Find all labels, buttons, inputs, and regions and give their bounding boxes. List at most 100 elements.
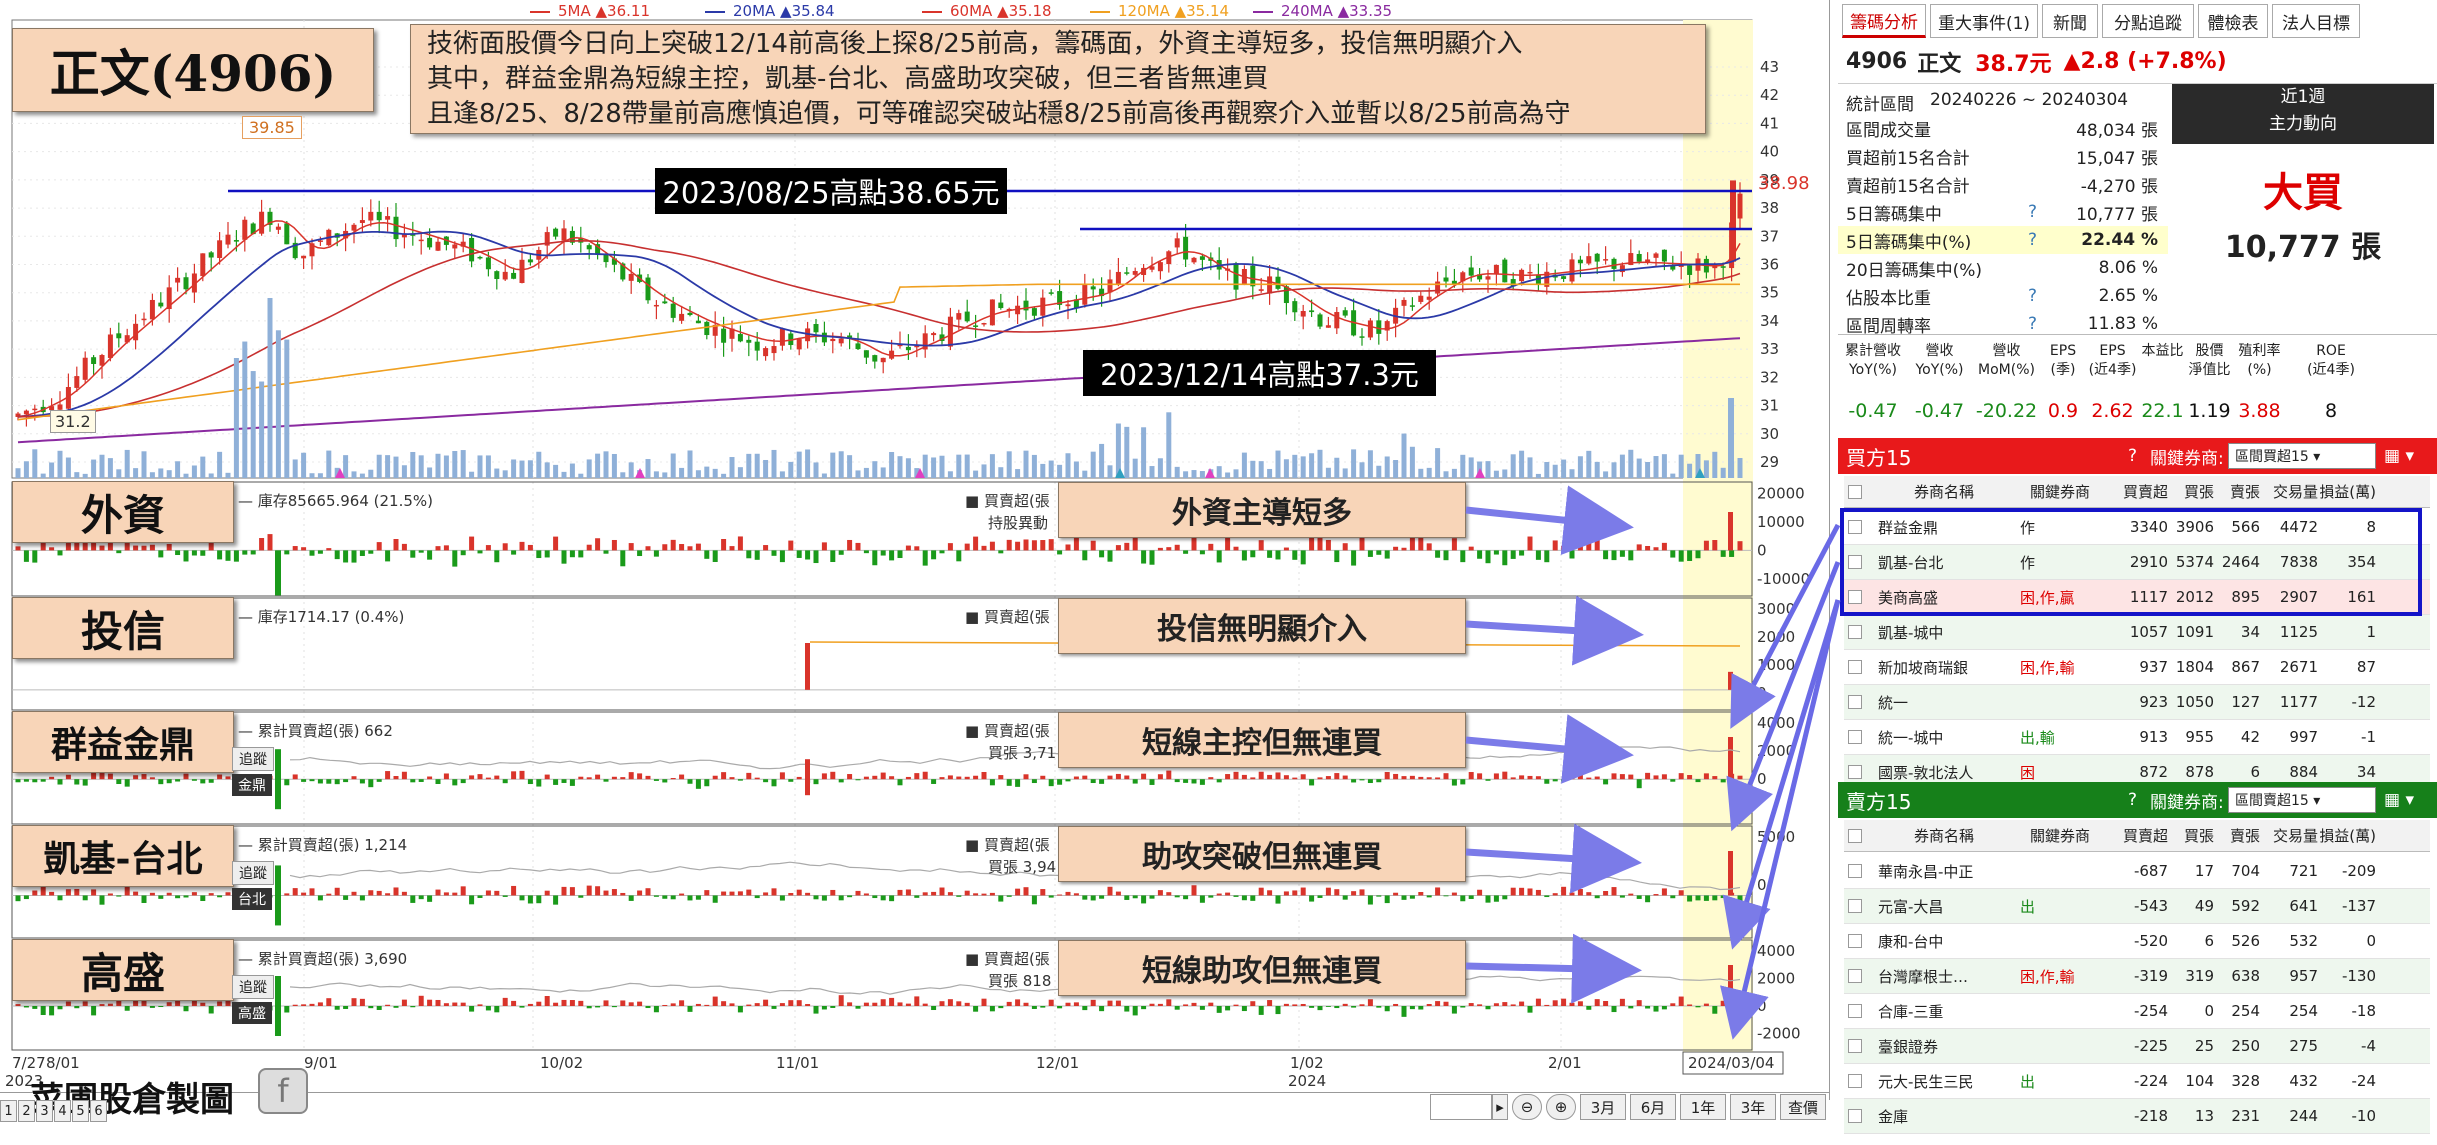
broker-name[interactable]: 台灣摩根士… xyxy=(1878,959,2018,993)
table-row[interactable]: 台灣摩根士… 困,作,輸 -319 319 638 957 -130 xyxy=(1844,959,2430,994)
column-header[interactable]: 關鍵券商 xyxy=(2020,476,2100,507)
column-header[interactable]: 交易量 xyxy=(2262,476,2318,507)
page-1[interactable]: 1 xyxy=(0,1100,17,1122)
panel-bar xyxy=(1258,540,1264,551)
broker-name[interactable]: 凱基-城中 xyxy=(1878,615,2018,649)
chart-area[interactable]: 43 42 41 40 39 38 37 36 35 34 33 32 31 30 29 20000 10000… xyxy=(0,0,1830,1122)
table-row[interactable]: 元大-民生三民出 -224 104 328 432 -24 xyxy=(1844,1064,2430,1099)
tab-1[interactable]: 重大事件(1) xyxy=(1930,4,2038,38)
table-row[interactable]: 統一-城中 出,輸 913 955 42 997 -1 xyxy=(1844,720,2430,755)
tab-bar[interactable]: 籌碼分析 重大事件(1) 新聞 分點追蹤 體檢表 法人目標 xyxy=(1838,0,2437,40)
tab-0[interactable]: 籌碼分析 xyxy=(1842,4,1926,38)
column-header[interactable]: 券商名稱 xyxy=(1874,820,2014,851)
table-row[interactable]: 凱基-城中 1057 1091 34 1125 1 xyxy=(1844,615,2430,650)
range-button-查價[interactable]: 查價 xyxy=(1780,1094,1826,1120)
page-2[interactable]: 2 xyxy=(18,1100,35,1122)
column-header[interactable]: 賣張 xyxy=(2216,820,2260,851)
select-all-checkbox[interactable] xyxy=(1848,485,1862,499)
column-header[interactable]: 賣張 xyxy=(2216,476,2260,507)
price-chart[interactable]: 4342414039383736353433323130292000010000… xyxy=(0,0,1830,1100)
column-header[interactable]: 損益(萬) xyxy=(2320,476,2376,507)
row-checkbox[interactable] xyxy=(1848,730,1862,744)
broker-name[interactable]: 金庫 xyxy=(1878,1099,2018,1133)
track-button[interactable]: 追蹤 xyxy=(232,747,274,771)
track-button[interactable]: 追蹤 xyxy=(232,861,274,885)
tab-4[interactable]: 體檢表 xyxy=(2198,4,2268,38)
date-input[interactable] xyxy=(1430,1094,1492,1120)
track-button[interactable]: 追蹤 xyxy=(232,975,274,999)
panel-bar xyxy=(1241,895,1247,901)
table-row[interactable]: 統一 923 1050 127 1177 -12 xyxy=(1844,685,2430,720)
row-checkbox[interactable] xyxy=(1848,899,1862,913)
row-checkbox[interactable] xyxy=(1848,1039,1862,1053)
page-6[interactable]: 6 xyxy=(90,1100,107,1122)
column-header[interactable]: 買張 xyxy=(2170,476,2214,507)
row-checkbox[interactable] xyxy=(1848,695,1862,709)
column-header[interactable]: 買賣超 xyxy=(2106,820,2168,851)
tab-5[interactable]: 法人目標 xyxy=(2272,4,2360,38)
column-header[interactable]: 損益(萬) xyxy=(2320,820,2376,851)
broker-name[interactable]: 統一-城中 xyxy=(1878,720,2018,754)
broker-name[interactable]: 元大-民生三民 xyxy=(1878,1064,2018,1098)
page-4[interactable]: 4 xyxy=(54,1100,71,1122)
page-3[interactable]: 3 xyxy=(36,1100,53,1122)
row-checkbox[interactable] xyxy=(1848,934,1862,948)
column-header[interactable]: 買賣超 xyxy=(2106,476,2168,507)
tab-3[interactable]: 分點追蹤 xyxy=(2102,4,2194,38)
broker-name[interactable]: 臺銀證券 xyxy=(1878,1029,2018,1063)
broker-name[interactable]: 華南永昌-中正 xyxy=(1878,854,2018,888)
range-toolbar[interactable]: ▸ ⊖ ⊕ 3月 6月 1年 3年 查價 xyxy=(1430,1094,1830,1124)
range-button-3月[interactable]: 3月 xyxy=(1580,1094,1626,1120)
row-checkbox[interactable] xyxy=(1848,864,1862,878)
range-button-6月[interactable]: 6月 xyxy=(1630,1094,1676,1120)
broker-name[interactable]: 合庫-三重 xyxy=(1878,994,2018,1028)
range-button-3年[interactable]: 3年 xyxy=(1730,1094,1776,1120)
row-checkbox[interactable] xyxy=(1848,660,1862,674)
table-row[interactable]: 華南永昌-中正 -687 17 704 721 -209 xyxy=(1844,854,2430,889)
chip-panel[interactable]: 籌碼分析 重大事件(1) 新聞 分點追蹤 體檢表 法人目標 4906 正文 38.7元 ▲… xyxy=(1838,0,2437,1145)
grid-menu-icon[interactable]: ▦ ▾ xyxy=(2384,446,2414,466)
zoom-out-icon[interactable]: ⊖ xyxy=(1512,1094,1542,1120)
range-button-1年[interactable]: 1年 xyxy=(1680,1094,1726,1120)
help-icon[interactable]: ? xyxy=(2128,790,2137,810)
help-icon[interactable]: ? xyxy=(2128,446,2137,466)
row-checkbox[interactable] xyxy=(1848,625,1862,639)
help-icon[interactable]: ? xyxy=(2028,230,2037,250)
row-checkbox[interactable] xyxy=(1848,765,1862,779)
broker-select[interactable]: 區間賣超15 ▾ xyxy=(2228,787,2376,813)
volume-bar xyxy=(317,473,323,478)
table-row[interactable]: 新加坡商瑞銀 困,作,輸 937 1804 867 2671 87 xyxy=(1844,650,2430,685)
facebook-icon[interactable]: f xyxy=(258,1068,308,1114)
column-header[interactable]: 券商名稱 xyxy=(1874,476,2014,507)
broker-name[interactable]: 康和-台中 xyxy=(1878,924,2018,958)
table-row[interactable]: 金庫 -218 13 231 244 -10 xyxy=(1844,1099,2430,1134)
table-row[interactable]: 康和-台中 -520 6 526 532 0 xyxy=(1844,924,2430,959)
tab-2[interactable]: 新聞 xyxy=(2042,4,2098,38)
column-header[interactable]: 交易量 xyxy=(2262,820,2318,851)
broker-name[interactable]: 新加坡商瑞銀 xyxy=(1878,650,2018,684)
zoom-in-icon[interactable]: ⊕ xyxy=(1546,1094,1576,1120)
page-5[interactable]: 5 xyxy=(72,1100,89,1122)
grid-menu-icon[interactable]: ▦ ▾ xyxy=(2384,790,2414,810)
candle xyxy=(1132,271,1138,275)
broker-name[interactable]: 元富-大昌 xyxy=(1878,889,2018,923)
help-icon[interactable]: ? xyxy=(2028,202,2037,222)
table-row[interactable]: 臺銀證券 -225 25 250 275 -4 xyxy=(1844,1029,2430,1064)
row-checkbox[interactable] xyxy=(1848,969,1862,983)
column-header[interactable]: 關鍵券商 xyxy=(2020,820,2100,851)
help-icon[interactable]: ? xyxy=(2028,286,2037,306)
row-checkbox[interactable] xyxy=(1848,1109,1862,1123)
table-row[interactable]: 元富-大昌出 -543 49 592 641 -137 xyxy=(1844,889,2430,924)
broker-select[interactable]: 區間買超15 ▾ xyxy=(2228,443,2376,469)
date-arrow[interactable]: ▸ xyxy=(1492,1094,1508,1120)
row-checkbox[interactable] xyxy=(1848,1004,1862,1018)
select-all-checkbox[interactable] xyxy=(1848,829,1862,843)
broker-name[interactable]: 統一 xyxy=(1878,685,2018,719)
help-icon[interactable]: ? xyxy=(2028,314,2037,334)
column-header[interactable]: 買張 xyxy=(2170,820,2214,851)
table-row[interactable]: 合庫-三重 -254 0 254 254 -18 xyxy=(1844,994,2430,1029)
candle xyxy=(662,301,668,304)
row-checkbox[interactable] xyxy=(1848,1074,1862,1088)
sell-top15[interactable]: 賣方15? 關鍵券商: 區間賣超15 ▾ ▦ ▾ 券商名稱 關鍵券商 買賣超 買張 賣張 交易量損… xyxy=(1838,782,2437,1145)
panel-bar xyxy=(1586,892,1592,896)
